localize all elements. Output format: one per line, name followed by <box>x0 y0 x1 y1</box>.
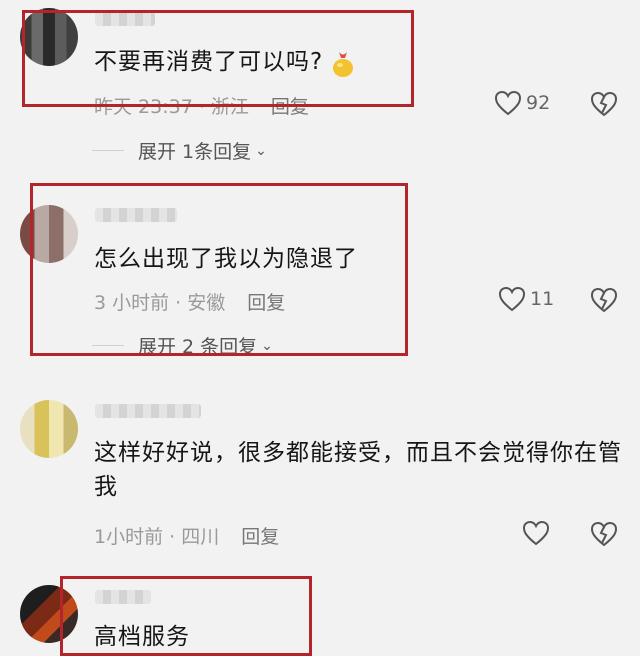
highlight-box <box>60 576 312 656</box>
comment-meta: 1小时前 · 四川 回复 <box>94 526 280 548</box>
divider <box>92 150 124 151</box>
username-blurred[interactable] <box>95 404 201 418</box>
heart-outline-icon <box>494 90 522 116</box>
like-count: 92 <box>526 92 551 114</box>
expand-replies-button[interactable]: 展开 1条回复 ⌄ <box>92 137 267 164</box>
like-count: 11 <box>530 288 555 310</box>
broken-heart-icon[interactable] <box>590 521 618 547</box>
like-button[interactable]: 11 <box>498 286 554 312</box>
like-button[interactable] <box>522 520 550 546</box>
broken-heart-icon[interactable] <box>590 287 618 313</box>
avatar[interactable] <box>20 400 78 458</box>
highlight-box <box>22 10 414 107</box>
like-button[interactable]: 92 <box>494 90 550 116</box>
broken-heart-icon[interactable] <box>590 91 618 117</box>
heart-outline-icon <box>522 520 550 546</box>
reply-button[interactable]: 回复 <box>241 526 279 548</box>
chevron-down-icon: ⌄ <box>255 142 267 159</box>
highlight-box <box>30 183 408 356</box>
comment-text: 这样好好说，很多都能接受，而且不会觉得你在管我 <box>94 440 622 500</box>
heart-outline-icon <box>498 286 526 312</box>
